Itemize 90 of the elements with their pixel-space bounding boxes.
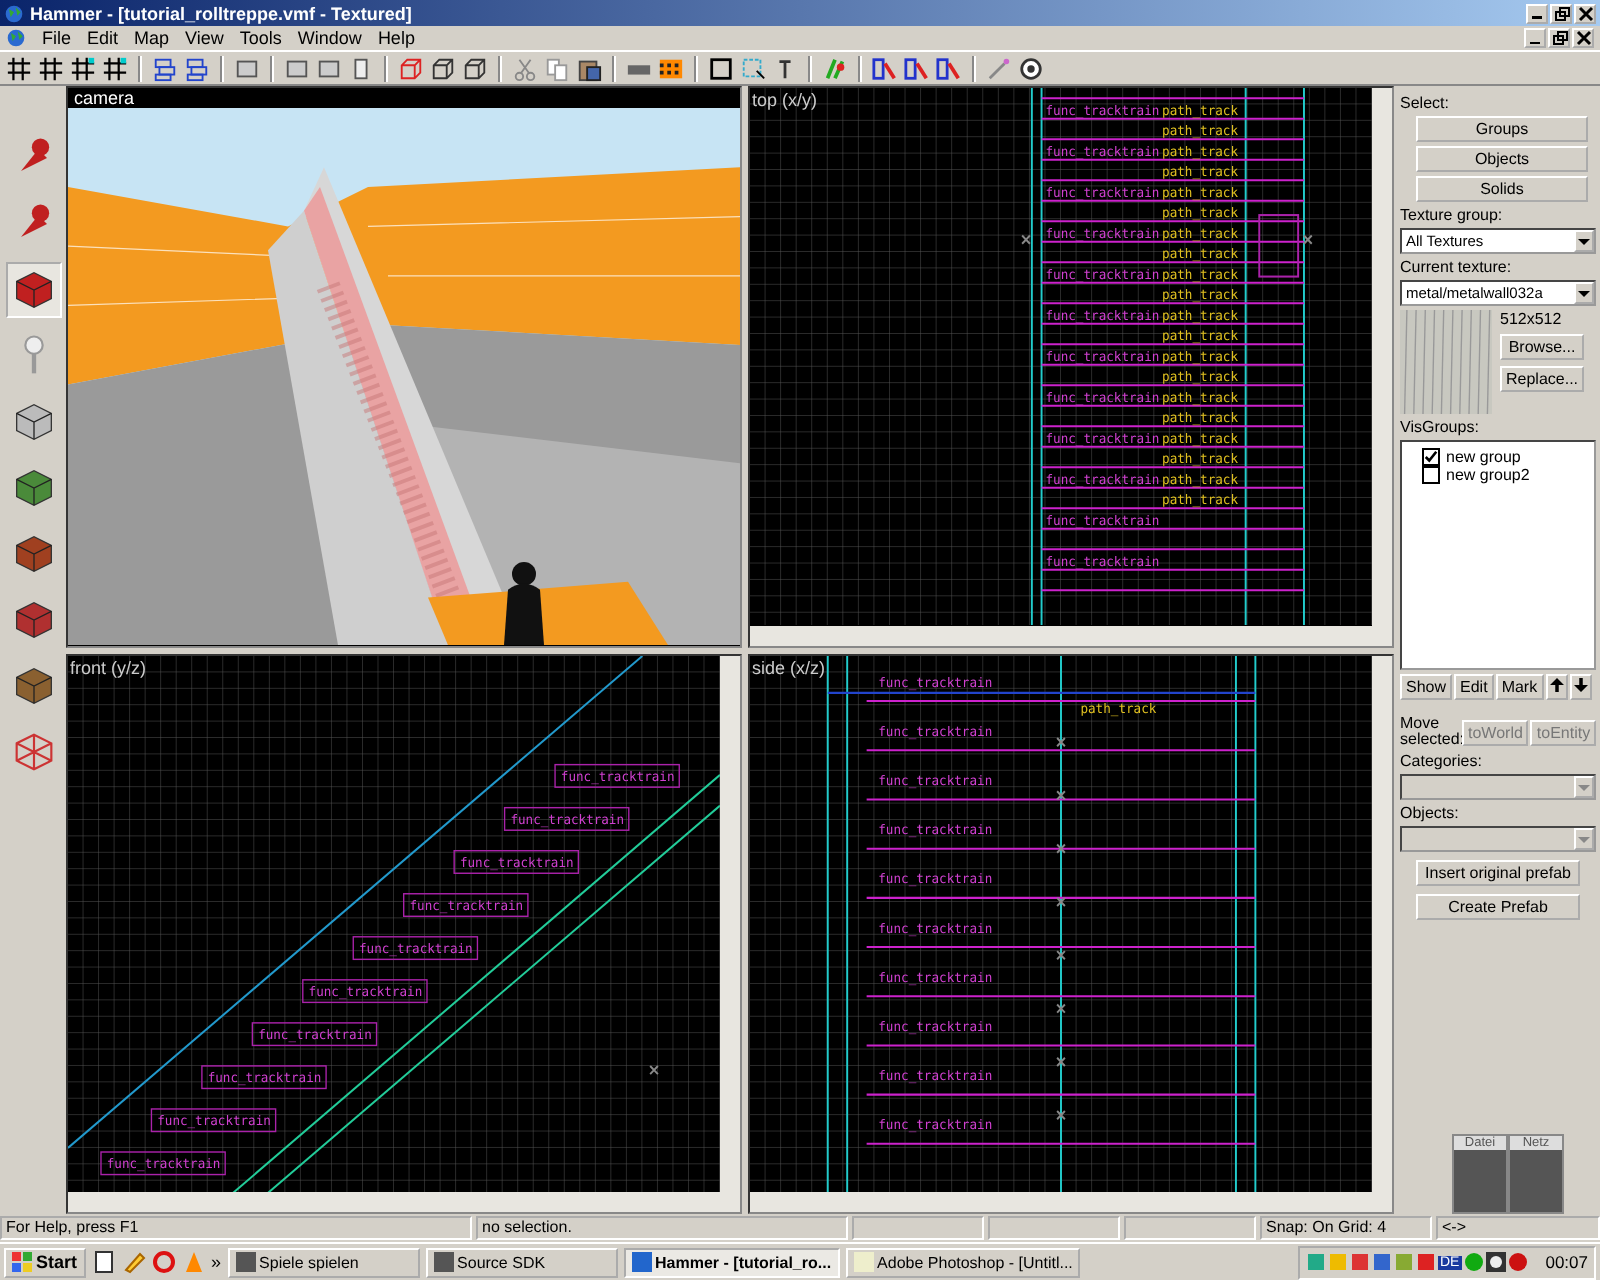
select-mode-button[interactable]: Objects	[1416, 146, 1588, 172]
menu-item[interactable]: Window	[297, 28, 362, 48]
horizontal-scrollbar[interactable]	[750, 1192, 1392, 1212]
close-button[interactable]	[1574, 3, 1596, 23]
window-icon[interactable]	[316, 55, 342, 81]
app-icon	[853, 1252, 874, 1272]
window-title: Hammer - [tutorial_rolltreppe.vmf - Textured]	[30, 3, 412, 23]
prefab-button[interactable]: Create Prefab	[1416, 894, 1580, 920]
more-button[interactable]: »	[211, 1252, 222, 1272]
visgroup-name[interactable]: new group2	[1446, 466, 1530, 484]
menu-item[interactable]: Edit	[87, 28, 119, 48]
visgroup-button[interactable]: Edit	[1454, 674, 1494, 700]
horizontal-scrollbar[interactable]	[68, 1192, 740, 1212]
visgroup-button[interactable]: Mark	[1495, 674, 1544, 700]
categories-label: Categories:	[1400, 752, 1484, 770]
globe-icon	[4, 3, 24, 23]
camera-viewport[interactable]: camera	[66, 86, 742, 647]
globe-icon	[6, 28, 26, 48]
menu-item[interactable]: Tools	[239, 28, 282, 48]
move-up-button[interactable]	[1545, 674, 1568, 700]
menu-item[interactable]: View	[185, 28, 224, 48]
checker-icon[interactable]	[658, 55, 684, 81]
restore-button[interactable]	[1548, 28, 1570, 48]
tray-icon[interactable]	[1485, 1252, 1506, 1272]
four-squares-icon	[12, 1252, 32, 1272]
objects-label: Objects:	[1400, 804, 1461, 822]
texture-button[interactable]: Replace...	[1500, 366, 1585, 392]
grid-icon[interactable]	[38, 55, 64, 81]
viewport-label: top (x/y)	[752, 90, 818, 110]
restore-button[interactable]	[1550, 3, 1572, 23]
clock: 00:07	[1545, 1252, 1588, 1272]
status-text: no selection.	[476, 1216, 848, 1240]
minimize-icon	[1530, 41, 1540, 45]
minimize-button[interactable]	[1526, 3, 1548, 23]
viewport-label: camera	[68, 88, 141, 108]
window-icon[interactable]	[284, 55, 310, 81]
taskbar-button[interactable]: Source SDK	[425, 1247, 618, 1277]
layers-icon[interactable]	[184, 55, 210, 81]
cube-icon[interactable]	[462, 55, 488, 81]
status-text: For Help, press F1	[0, 1216, 472, 1240]
frame-icon[interactable]	[708, 55, 734, 81]
selection-icon[interactable]	[740, 55, 766, 81]
vertical-scrollbar[interactable]	[1372, 88, 1392, 625]
status-dot-icon[interactable]	[1463, 1252, 1484, 1272]
select-label: Select:	[1400, 94, 1451, 112]
visgroup-checkbox[interactable]	[1422, 448, 1440, 466]
visgroups-label: VisGroups:	[1400, 418, 1481, 436]
status-text: <->	[1436, 1216, 1600, 1240]
move-selected-label: Move selected:	[1400, 716, 1460, 748]
close-button[interactable]	[1572, 28, 1594, 48]
visgroup-name[interactable]: new group	[1446, 448, 1521, 466]
notepad-icon[interactable]	[91, 1250, 116, 1274]
move-down-button[interactable]	[1569, 674, 1592, 700]
texture-preview	[1400, 310, 1492, 414]
paste-icon[interactable]	[576, 55, 602, 81]
current-texture-label: Current texture:	[1400, 258, 1514, 276]
taskbar-button[interactable]: Adobe Photoshop - [Untitl...	[845, 1247, 1081, 1277]
minimize-icon	[1532, 16, 1542, 20]
grid-icon[interactable]	[6, 55, 32, 81]
viewport-label: side (x/z)	[752, 657, 826, 677]
layers-icon[interactable]	[152, 55, 178, 81]
objects-dropdown[interactable]	[1400, 826, 1596, 852]
prefab-button[interactable]: Insert original prefab	[1416, 860, 1580, 886]
menu-item[interactable]: Help	[377, 28, 415, 48]
vertical-scrollbar[interactable]	[720, 655, 740, 1192]
horizontal-scrollbar[interactable]	[750, 625, 1392, 645]
menu-item[interactable]: File	[42, 28, 72, 48]
start-button[interactable]: Start	[4, 1247, 86, 1277]
categories-dropdown[interactable]	[1400, 774, 1596, 800]
select-mode-button[interactable]: Groups	[1416, 116, 1588, 142]
window-icon[interactable]	[234, 55, 260, 81]
texture-group-label: Texture group:	[1400, 206, 1505, 224]
app-icon	[433, 1252, 454, 1272]
menu-item[interactable]: Map	[134, 28, 170, 48]
taskbar-button[interactable]: Spiele spielen	[227, 1247, 420, 1277]
app-icon	[235, 1252, 256, 1272]
cube-icon[interactable]	[430, 55, 456, 81]
grid-icon[interactable]	[70, 55, 96, 81]
texture-size: 512x512	[1500, 310, 1564, 328]
app-icon	[631, 1252, 652, 1272]
viewport-label: front (y/z)	[70, 657, 147, 677]
minimize-button[interactable]	[1524, 28, 1546, 48]
status-text: Snap: On Grid: 4	[1260, 1216, 1432, 1240]
select-mode-button[interactable]: Solids	[1416, 176, 1588, 202]
visgroup-checkbox[interactable]	[1422, 466, 1440, 484]
taskbar-button[interactable]: Hammer - [tutorial_ro...	[623, 1247, 840, 1277]
grid-icon[interactable]	[102, 55, 128, 81]
visgroup-button[interactable]: Show	[1400, 674, 1453, 700]
texture-button[interactable]: Browse...	[1500, 334, 1585, 360]
vertical-scrollbar[interactable]	[1372, 655, 1392, 1192]
